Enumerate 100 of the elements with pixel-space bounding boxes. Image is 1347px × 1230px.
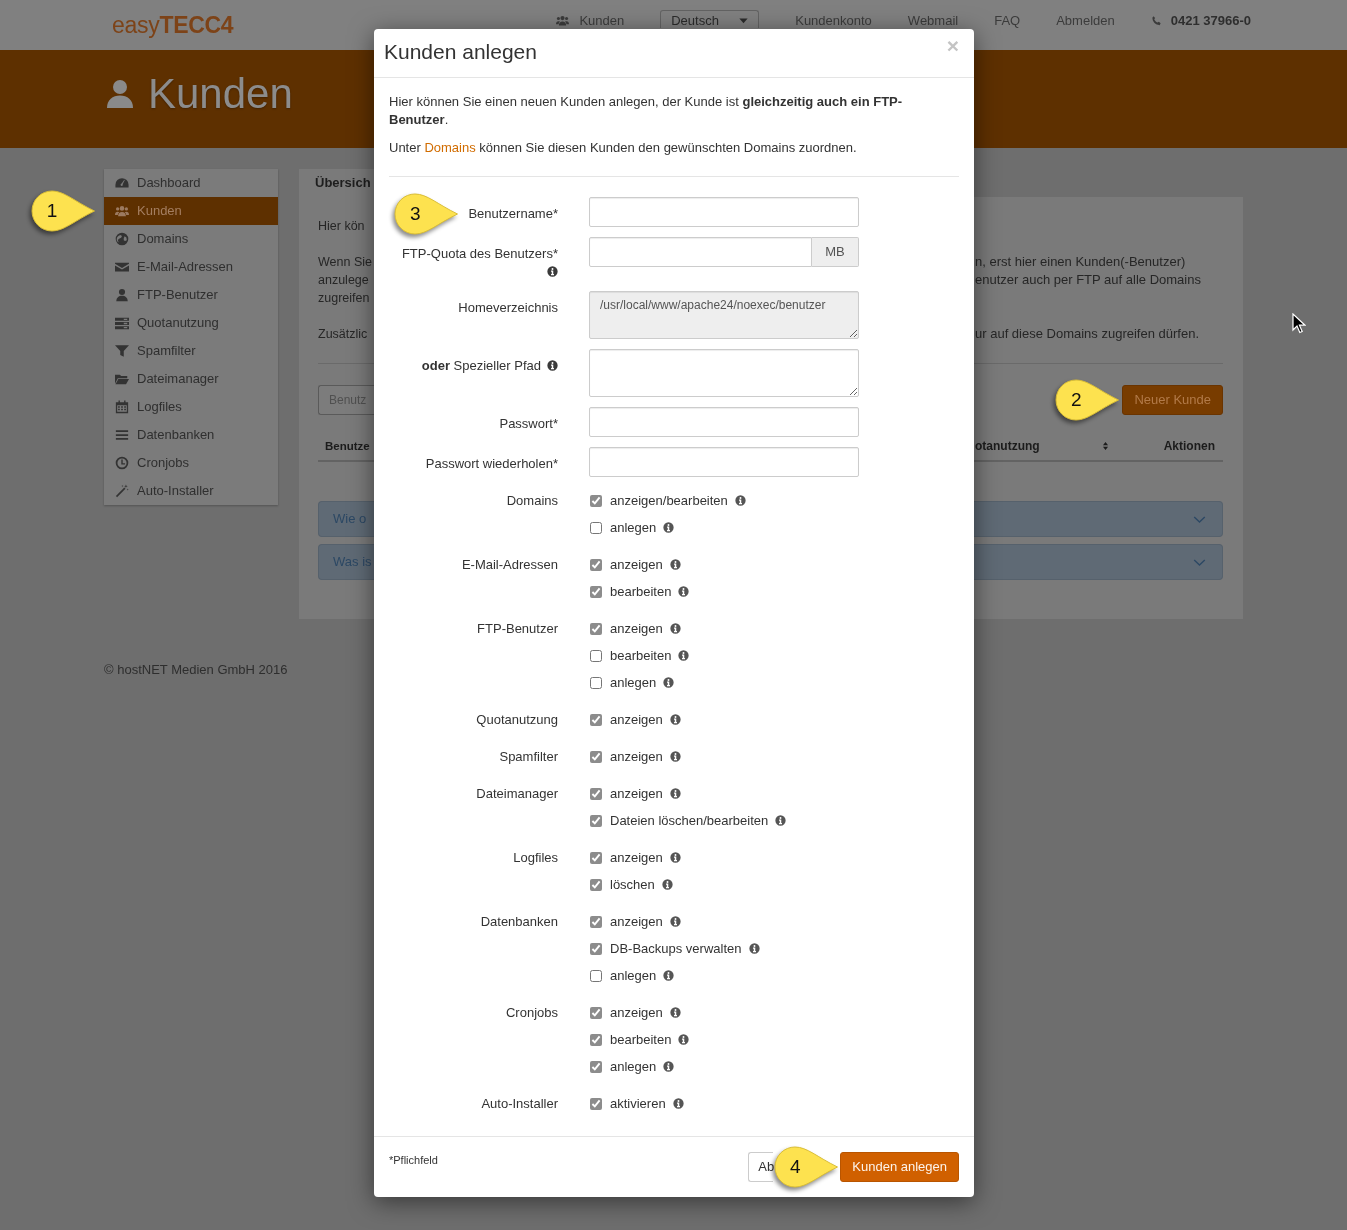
dialog-title: Kunden anlegen xyxy=(384,39,537,65)
calendar-icon xyxy=(115,400,129,414)
checkbox[interactable] xyxy=(590,1033,602,1046)
info-icon xyxy=(669,751,681,762)
checkbox-label: DB-Backups verwalten xyxy=(610,939,742,958)
phone-number: 0421 37966-0 xyxy=(1170,13,1251,28)
password-field[interactable] xyxy=(589,407,859,437)
caret-icon xyxy=(738,15,750,26)
close-button[interactable]: × xyxy=(946,37,959,55)
nav-link[interactable]: FAQ xyxy=(994,13,1021,28)
info-icon xyxy=(663,1061,675,1072)
body-text: ur auf diese Domains zugreifen dürfen. xyxy=(975,325,1200,343)
tab[interactable]: Übersich xyxy=(299,169,374,197)
textarea-field[interactable]: /usr/local/www/apache24/noexec/benutzer xyxy=(589,291,859,339)
checkbox[interactable] xyxy=(590,585,602,598)
checkbox[interactable] xyxy=(590,878,602,891)
sidebar-item[interactable]: Domains xyxy=(104,225,278,253)
gauge-icon xyxy=(115,176,129,190)
new-customer-button[interactable]: Neuer Kunde xyxy=(1122,385,1223,415)
language-dropdown[interactable]: Deutsch xyxy=(660,10,760,28)
checkbox[interactable] xyxy=(590,915,602,928)
info-icon xyxy=(775,815,787,826)
cancel-button[interactable]: Ab xyxy=(748,1152,774,1182)
checkbox[interactable] xyxy=(590,494,602,507)
nav-link[interactable]: Kunden xyxy=(579,13,625,28)
sidebar-item[interactable]: Quotanutzung xyxy=(104,309,278,337)
step-callout: 3 xyxy=(393,192,460,236)
checkbox[interactable] xyxy=(590,1097,602,1110)
textarea-field[interactable] xyxy=(589,349,859,397)
sidebar-item[interactable]: Dashboard xyxy=(104,169,278,197)
column-header: Aktionen xyxy=(1163,439,1215,453)
checkbox[interactable] xyxy=(590,1060,602,1073)
checkbox-label: Dateien löschen/bearbeiten xyxy=(610,811,769,830)
sidebar-item[interactable]: E-Mail-Adressen xyxy=(104,253,278,281)
required-note: *Pflichfeld xyxy=(389,1153,438,1167)
info-icon xyxy=(669,916,681,927)
nav-link[interactable]: Webmail xyxy=(907,13,959,28)
input-field[interactable] xyxy=(589,197,859,227)
input-field[interactable] xyxy=(589,237,812,267)
field-label: oder Spezieller Pfad xyxy=(421,358,541,373)
page-title: Kunden xyxy=(148,69,293,119)
sidebar-item[interactable]: Cronjobs xyxy=(104,449,278,477)
checkbox[interactable] xyxy=(590,676,602,689)
info-icon xyxy=(661,879,673,890)
info-icon xyxy=(678,586,690,597)
checkbox[interactable] xyxy=(590,521,602,534)
field-label: FTP-Quota des Benutzers* xyxy=(401,246,558,261)
checkbox-label: anzeigen xyxy=(610,555,663,574)
checkbox[interactable] xyxy=(590,787,602,800)
permission-label: Logfiles xyxy=(513,850,558,865)
checkbox[interactable] xyxy=(590,649,602,662)
user-icon xyxy=(115,288,129,302)
checkbox[interactable] xyxy=(590,942,602,955)
info-icon xyxy=(663,970,675,981)
domains-link[interactable]: Domains xyxy=(424,140,476,155)
checkbox[interactable] xyxy=(590,1006,602,1019)
field-label: Benutzername* xyxy=(468,206,558,221)
sidebar-item[interactable]: Datenbanken xyxy=(104,421,278,449)
checkbox-label: bearbeiten xyxy=(610,1030,672,1049)
checkbox[interactable] xyxy=(590,851,602,864)
field-label: Homeverzeichnis xyxy=(458,300,558,315)
nav-link[interactable]: Kundenkonto xyxy=(795,13,872,28)
checkbox[interactable] xyxy=(590,750,602,763)
checkbox-label: anzeigen xyxy=(610,710,663,729)
column-header: Benutze xyxy=(325,440,370,452)
checkbox[interactable] xyxy=(590,558,602,571)
checkbox[interactable] xyxy=(590,814,602,827)
unit-label: MB xyxy=(812,237,859,267)
info-icon xyxy=(672,1098,684,1109)
info-text: Unter Domains können Sie diesen Kunden den gewünschten Domains zuordnen. xyxy=(389,139,858,157)
info-icon xyxy=(669,714,681,725)
sidebar-item[interactable]: Spamfilter xyxy=(104,337,278,365)
password-field[interactable] xyxy=(589,447,859,477)
sidebar-item[interactable]: Dateimanager xyxy=(104,365,278,393)
info-icon xyxy=(663,677,675,688)
step-callout: 2 xyxy=(1054,378,1121,422)
info-icon xyxy=(669,623,681,634)
field-label: Passwort wiederholen* xyxy=(425,456,558,471)
checkbox[interactable] xyxy=(590,622,602,635)
checkbox-label: anzeigen/bearbeiten xyxy=(610,491,728,510)
sidebar-item[interactable]: Kunden xyxy=(104,197,278,225)
info-icon xyxy=(669,559,681,570)
logo[interactable]: easyTECC4 xyxy=(112,11,234,39)
body-text: anzulege xyxy=(318,272,370,289)
sidebar-item[interactable]: Auto-Installer xyxy=(104,477,278,505)
checkbox-label: anzeigen xyxy=(610,912,663,931)
nav-link[interactable]: Abmelden xyxy=(1056,13,1115,28)
body-text: enutzer auch per FTP auf alle Domains xyxy=(975,271,1202,289)
submit-button[interactable]: Kunden anlegen xyxy=(840,1152,959,1182)
info-icon xyxy=(734,495,746,506)
column-header[interactable]: otanutzung xyxy=(975,437,1040,455)
body-text: zugreifen xyxy=(318,290,371,307)
sidebar-item[interactable]: Logfiles xyxy=(104,393,278,421)
checkbox[interactable] xyxy=(590,969,602,982)
permission-label: Datenbanken xyxy=(480,914,558,929)
checkbox-label: anlegen xyxy=(610,966,657,985)
sidebar-item[interactable]: FTP-Benutzer xyxy=(104,281,278,309)
checkbox[interactable] xyxy=(590,713,602,726)
permission-label: FTP-Benutzer xyxy=(477,621,558,636)
body-text: Zusätzlic xyxy=(318,326,369,343)
